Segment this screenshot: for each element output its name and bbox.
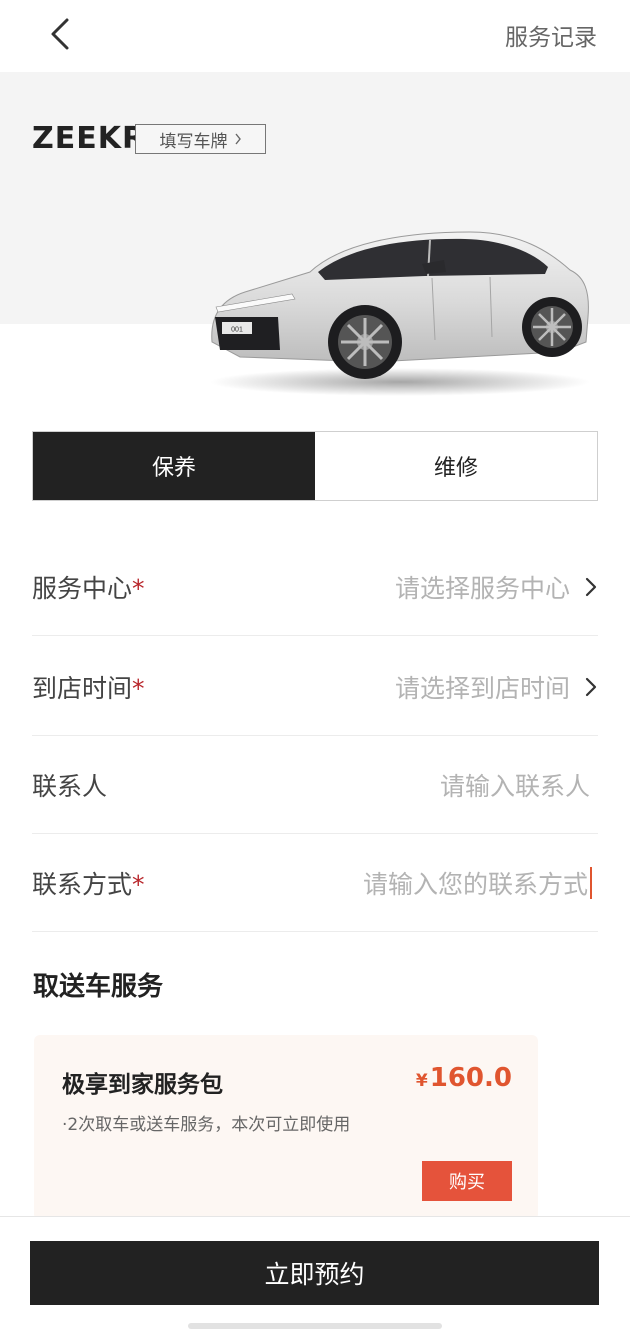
buy-button[interactable]: 购买 bbox=[422, 1161, 512, 1201]
arrival-time-label: 到店时间 bbox=[32, 673, 133, 703]
currency-symbol: ¥ bbox=[415, 1071, 428, 1091]
fill-plate-button[interactable]: 填写车牌 bbox=[135, 124, 266, 154]
pickup-service-title: 取送车服务 bbox=[33, 972, 164, 1002]
arrival-time-row[interactable]: 到店时间* 请选择到店时间 bbox=[32, 638, 598, 736]
car-brand: ZEEKR bbox=[32, 121, 147, 156]
arrival-time-label-wrap: 到店时间* bbox=[32, 669, 145, 705]
service-center-label: 服务中心 bbox=[32, 573, 133, 603]
contact-method-input[interactable]: 请输入您的联系方式 bbox=[363, 865, 598, 901]
price-value: 160.0 bbox=[429, 1063, 512, 1093]
service-record-link[interactable]: 服务记录 bbox=[505, 18, 597, 52]
package-name: 极享到家服务包 bbox=[62, 1072, 223, 1098]
service-center-row[interactable]: 服务中心* 请选择服务中心 bbox=[32, 538, 598, 636]
text-cursor bbox=[590, 866, 592, 899]
back-button[interactable] bbox=[38, 14, 82, 54]
required-mark: * bbox=[132, 573, 145, 603]
top-nav-bar: 服务记录 bbox=[0, 0, 630, 72]
contact-person-placeholder: 请输入联系人 bbox=[439, 771, 590, 801]
package-description: ·2次取车或送车服务，本次可立即使用 bbox=[62, 1115, 351, 1135]
contact-method-placeholder: 请输入您的联系方式 bbox=[362, 869, 588, 899]
contact-method-row: 联系方式* 请输入您的联系方式 bbox=[32, 834, 598, 932]
contact-person-input[interactable]: 请输入联系人 bbox=[440, 767, 598, 803]
tab-repair[interactable]: 维修 bbox=[315, 432, 597, 500]
book-now-button[interactable]: 立即预约 bbox=[30, 1241, 599, 1305]
contact-person-row: 联系人 请输入联系人 bbox=[32, 736, 598, 834]
package-price: ¥160.0 bbox=[416, 1063, 512, 1093]
contact-method-label: 联系方式 bbox=[32, 869, 133, 899]
chevron-right-icon bbox=[585, 677, 597, 696]
contact-method-label-wrap: 联系方式* bbox=[32, 865, 145, 901]
service-center-select[interactable]: 请选择服务中心 bbox=[395, 569, 598, 605]
service-center-placeholder: 请选择服务中心 bbox=[394, 573, 570, 603]
service-type-tabs: 保养 维修 bbox=[32, 431, 598, 501]
required-mark: * bbox=[132, 869, 145, 899]
chevron-right-icon bbox=[585, 577, 597, 596]
service-package-card: 极享到家服务包 ¥160.0 ·2次取车或送车服务，本次可立即使用 购买 bbox=[34, 1035, 538, 1220]
arrival-time-placeholder: 请选择到店时间 bbox=[394, 673, 570, 703]
contact-person-label: 联系人 bbox=[32, 771, 108, 801]
back-arrow-icon bbox=[51, 18, 69, 50]
home-indicator bbox=[188, 1323, 442, 1329]
chevron-right-icon bbox=[234, 133, 241, 145]
required-mark: * bbox=[132, 673, 145, 703]
tab-maintenance[interactable]: 保养 bbox=[33, 432, 315, 500]
model-badge: 001 bbox=[231, 327, 243, 334]
service-center-label-wrap: 服务中心* bbox=[32, 569, 145, 605]
arrival-time-select[interactable]: 请选择到店时间 bbox=[395, 669, 598, 705]
fill-plate-label: 填写车牌 bbox=[159, 131, 228, 152]
car-image: 001 bbox=[210, 231, 590, 396]
